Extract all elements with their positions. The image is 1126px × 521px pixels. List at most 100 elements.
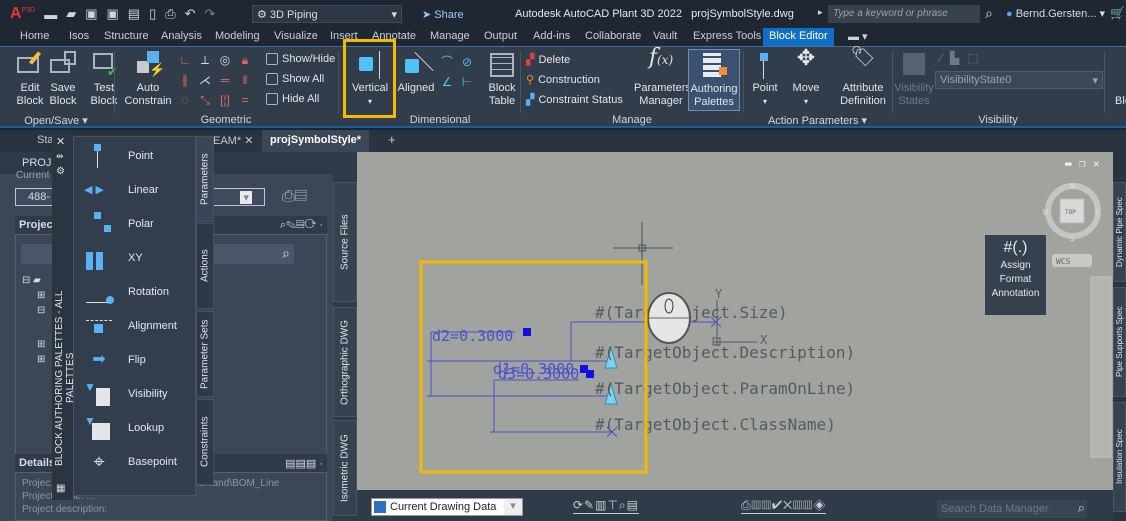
- parameters-manager-button[interactable]: f(x) Parameters Manager: [634, 47, 691, 108]
- tree-node-root[interactable]: ⊟ ▰: [22, 275, 41, 286]
- tree-expand[interactable]: ⊞: [37, 354, 45, 365]
- tab-modeling[interactable]: Modeling: [215, 30, 260, 42]
- visibility-state-select[interactable]: VisibilityState0 ▾: [935, 71, 1103, 89]
- share-button[interactable]: ➤ Share: [422, 8, 464, 21]
- drawing-canvas[interactable]: d2=0.3000 d1=0.3000 d3=0.3000 #(TargetOb…: [357, 152, 1113, 490]
- palette-item-alignment[interactable]: Alignment: [74, 309, 197, 343]
- palette-item-linear[interactable]: ◀ ▶ Linear: [74, 173, 197, 207]
- authoring-palettes-button[interactable]: Authoring Palettes: [688, 49, 740, 111]
- show-hide-button[interactable]: Show/Hide: [266, 53, 335, 65]
- palette-item-xy[interactable]: XY: [74, 241, 197, 275]
- tab-source-files[interactable]: Source Files: [333, 182, 357, 302]
- user-menu[interactable]: ● Bernd.Gersten... ▾: [1006, 7, 1105, 20]
- redo-icon[interactable]: ↷: [205, 6, 216, 22]
- delete-constraint-button[interactable]: ▞ Delete: [526, 53, 570, 67]
- tab-analysis[interactable]: Analysis: [161, 30, 202, 42]
- print-icon[interactable]: ⎙▤: [282, 188, 307, 206]
- palette-item-basepoint[interactable]: ⌖ Basepoint: [74, 445, 197, 479]
- palette-tab-constraints[interactable]: Constraints: [196, 399, 214, 485]
- convert-icon[interactable]: ⊢: [460, 75, 474, 89]
- workspace-select[interactable]: ⚙ 3D Piping ▾: [252, 5, 402, 23]
- save-as-icon[interactable]: ▣: [106, 6, 118, 22]
- tab-isometric-dwg[interactable]: Isometric DWG: [333, 420, 357, 516]
- gear-icon[interactable]: ⚙: [56, 166, 65, 177]
- palette-item-visibility[interactable]: ▼ Visibility: [74, 377, 197, 411]
- tree-expand[interactable]: ⊞: [37, 339, 45, 350]
- tab-vault[interactable]: Vault: [653, 30, 677, 42]
- save-icon[interactable]: ▣: [85, 6, 97, 22]
- viewport-controls[interactable]: ▬ ❐ ✕: [1065, 157, 1100, 170]
- perpendicular-icon[interactable]: ⟂: [198, 53, 212, 67]
- visibility-states-button[interactable]: Visibility States: [894, 49, 934, 108]
- symmetric-icon[interactable]: [¦]: [218, 93, 232, 107]
- tab-express-tools[interactable]: Express Tools: [693, 30, 761, 42]
- aligned-constraint-button[interactable]: Aligned: [396, 49, 436, 95]
- tab-manage[interactable]: Manage: [430, 30, 470, 42]
- data-export-group[interactable]: ⎙▥▥✔✕▥▥◈: [741, 498, 827, 514]
- smooth-icon[interactable]: ◌: [178, 93, 192, 107]
- search-icon[interactable]: ⌕: [1078, 500, 1085, 516]
- search-expand-icon[interactable]: ▸: [818, 7, 823, 18]
- tab-insulation-spec[interactable]: Insulation Spec: [1113, 402, 1126, 512]
- constraint-status-button[interactable]: ▞ Constraint Status: [526, 93, 623, 107]
- data-manager-search[interactable]: Search Data Manager ⌕: [937, 500, 1087, 518]
- attribute-definition-button[interactable]: 🏷︎ Attribute Definition: [836, 47, 890, 108]
- ribbon-minimize-button[interactable]: ▬ ▾: [848, 30, 868, 43]
- collinear-icon[interactable]: ⤡: [198, 93, 212, 107]
- navigation-bar[interactable]: [1090, 276, 1112, 458]
- tab-home[interactable]: Home: [20, 30, 49, 42]
- data-source-select[interactable]: Current Drawing Data ▾: [371, 498, 523, 516]
- show-all-button[interactable]: Show All: [266, 73, 324, 85]
- angular-icon[interactable]: ⌒: [440, 55, 454, 69]
- dimension-d2[interactable]: d2=0.3000: [432, 327, 513, 345]
- publish-icon[interactable]: ▤: [128, 6, 140, 22]
- visibility-tool-icons[interactable]: ⁄▙⬚: [940, 51, 987, 65]
- parallel-icon[interactable]: ∥: [178, 73, 192, 87]
- app-logo[interactable]: A: [10, 5, 22, 23]
- palette-item-rotation[interactable]: Rotation: [74, 275, 197, 309]
- concentric-icon[interactable]: ◎: [218, 53, 232, 67]
- palette-tab-actions[interactable]: Actions: [196, 223, 214, 309]
- tab-dynamic-pipe-spec[interactable]: Dynamic Pipe Spec: [1113, 182, 1126, 282]
- viewcube-top[interactable]: TOP: [1065, 209, 1076, 216]
- new-tab-button[interactable]: +: [388, 132, 396, 147]
- radial-icon[interactable]: ∠: [440, 75, 454, 89]
- cart-icon[interactable]: 🛒: [1110, 6, 1125, 20]
- test-block-button[interactable]: ✔ Test Block: [86, 49, 122, 108]
- block-table-button[interactable]: Block Table: [484, 49, 520, 108]
- open-icon[interactable]: ▰: [66, 6, 76, 22]
- doc-tab-projsymbolstyle[interactable]: projSymbolStyle*: [262, 130, 370, 152]
- tab-output[interactable]: Output: [484, 30, 517, 42]
- auto-hide-icon[interactable]: ⇹: [56, 151, 64, 162]
- help-search-input[interactable]: Type a keyword or phrase: [828, 5, 980, 23]
- block-more-button[interactable]: Blo: [1108, 95, 1126, 108]
- palette-item-polar[interactable]: Polar: [74, 207, 197, 241]
- palette-tab-parameters[interactable]: Parameters: [196, 136, 214, 222]
- fix-icon[interactable]: 🔒︎: [238, 53, 252, 67]
- block-drawing[interactable]: d2=0.3000 d1=0.3000 d3=0.3000 #(TargetOb…: [357, 152, 1113, 490]
- tab-orthographic-dwg[interactable]: Orthographic DWG: [333, 307, 357, 417]
- attribute-paramonline[interactable]: #(TargetObject.ParamOnLine): [595, 379, 855, 398]
- wcs-menu[interactable]: WCS: [1056, 257, 1071, 266]
- construction-button[interactable]: ⚲ Construction: [526, 73, 600, 87]
- tab-structure[interactable]: Structure: [104, 30, 149, 42]
- tangent-icon[interactable]: ⋌: [198, 73, 212, 87]
- diameter-icon[interactable]: ⊘: [460, 55, 474, 69]
- print-icon[interactable]: ⎙: [165, 6, 175, 22]
- tab-visualize[interactable]: Visualize: [274, 30, 318, 42]
- palette-item-point[interactable]: Point: [74, 139, 197, 173]
- close-icon[interactable]: ✕: [244, 135, 253, 147]
- coincident-icon[interactable]: ∟: [178, 53, 192, 67]
- doc-tab-team[interactable]: EAM* ✕: [213, 134, 253, 147]
- details-toolbar-icons[interactable]: ▤▤▤ ·: [285, 457, 323, 470]
- new-icon[interactable]: ▬: [44, 7, 57, 22]
- palette-item-lookup[interactable]: ▼ Lookup: [74, 411, 197, 445]
- panel-title-open-save[interactable]: Open/Save ▾: [0, 114, 112, 128]
- tree-expand[interactable]: ⊞: [37, 290, 45, 301]
- palette-properties-icon[interactable]: ▦: [56, 483, 65, 494]
- palette-title-strip[interactable]: ✕ ⇹ ⚙ BLOCK AUTHORING PALETTES - ALL PAL…: [52, 133, 76, 500]
- horizontal-icon[interactable]: ═: [218, 73, 232, 87]
- attribute-size[interactable]: #(TargetObject.Size): [595, 303, 788, 322]
- data-tools-group[interactable]: ⟳✎▥⊤⌕▤: [573, 498, 639, 514]
- attribute-description[interactable]: #(TargetObject.Description): [595, 343, 855, 362]
